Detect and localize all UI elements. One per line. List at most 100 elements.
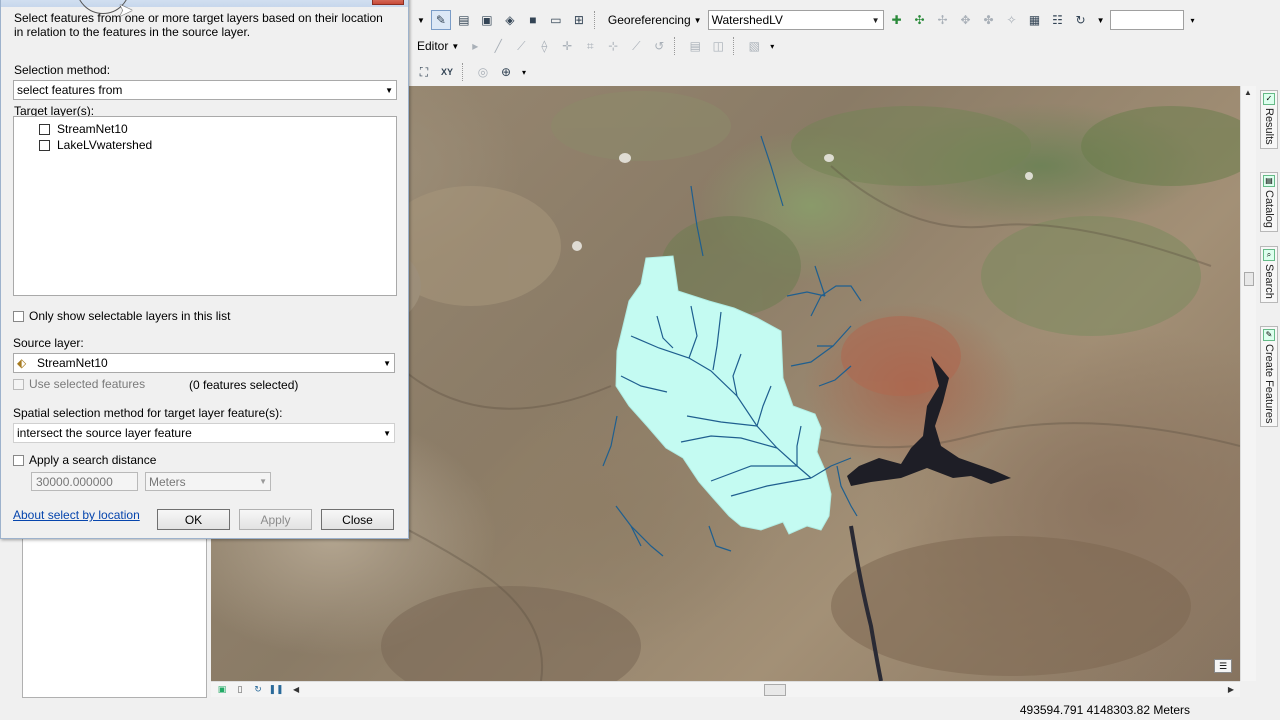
dock-tab-search[interactable]: ⌕ Search: [1260, 246, 1278, 303]
dock-tab-label: Results: [1263, 108, 1275, 145]
table-of-contents[interactable]: [22, 538, 207, 698]
auto-adjust-icon[interactable]: ✤: [979, 10, 999, 30]
dialog-titlebar[interactable]: [1, 0, 408, 7]
only-selectable-checkbox[interactable]: [13, 310, 24, 322]
toolbar-separator: [674, 37, 680, 55]
delete-link-icon[interactable]: ✥: [956, 10, 976, 30]
coordinate-readout: 493594.791 4148303.82 Meters: [1019, 703, 1190, 717]
reshape-icon[interactable]: ⌗: [580, 36, 600, 56]
toolbar-separator: [593, 11, 600, 29]
georeferencing-menu[interactable]: Georeferencing ▼: [605, 13, 705, 27]
distance-units-select[interactable]: Meters ▼: [145, 472, 271, 491]
dock-tab-catalog[interactable]: ▤ Catalog: [1260, 172, 1278, 232]
search-distance-option[interactable]: Apply a search distance: [13, 453, 156, 467]
target-layer-checkbox[interactable]: [39, 139, 50, 151]
use-selected-checkbox[interactable]: [13, 378, 24, 390]
dialog-description: Select features from one or more target …: [14, 11, 383, 39]
toolbar-overflow-icon[interactable]: ▾: [519, 68, 529, 77]
toolbar-overflow-icon[interactable]: ▾: [767, 42, 777, 51]
refresh-icon[interactable]: ↻: [251, 684, 265, 696]
spatial-method-value: intersect the source layer feature: [17, 426, 192, 440]
search-window-icon[interactable]: ◈: [500, 10, 520, 30]
ok-button[interactable]: OK: [157, 509, 230, 530]
tools-toolbar: ⛶ XY ◎ ⊕ ▾: [410, 60, 1280, 84]
close-icon[interactable]: [372, 0, 404, 5]
pan-zoom-icon[interactable]: ⛶: [414, 62, 434, 82]
search-distance-checkbox[interactable]: [13, 454, 24, 466]
identify-icon[interactable]: ◎: [473, 62, 493, 82]
chevron-down-icon: ▼: [383, 358, 391, 368]
arctoolbox-icon[interactable]: ■: [523, 10, 543, 30]
pause-drawing-icon[interactable]: ❚❚: [268, 684, 283, 696]
about-select-by-location-link[interactable]: About select by location: [13, 508, 140, 522]
go-to-xy-icon[interactable]: XY: [437, 62, 457, 82]
link-table-icon[interactable]: ☷: [1048, 10, 1068, 30]
layout-view-icon[interactable]: ▯: [233, 684, 247, 696]
data-view-icon[interactable]: ▣: [215, 684, 229, 696]
split-icon[interactable]: ⟋: [626, 36, 646, 56]
scroll-left-icon[interactable]: ◀: [293, 685, 299, 694]
vertex-icon[interactable]: ⟠: [534, 36, 554, 56]
toolbar-separator: [462, 63, 468, 81]
sketch-properties-icon[interactable]: ◫: [708, 36, 728, 56]
python-window-icon[interactable]: ▭: [546, 10, 566, 30]
map-vertical-scrollbar[interactable]: ▲: [1240, 86, 1256, 681]
cut-polygon-icon[interactable]: ⊹: [603, 36, 623, 56]
toolbar-dropdown-arrow[interactable]: ▼: [414, 16, 428, 25]
use-selected-option[interactable]: Use selected features: [13, 377, 145, 391]
editor-menu[interactable]: Editor ▼: [414, 39, 462, 53]
trace-icon[interactable]: ⟋: [511, 36, 531, 56]
rotate-edit-icon[interactable]: ↺: [649, 36, 669, 56]
search-distance-input[interactable]: 30000.000000: [31, 472, 138, 491]
select-link-icon[interactable]: ✣: [910, 10, 930, 30]
layer-combo-value: WatershedLV: [711, 13, 783, 27]
layout-toggle-icon[interactable]: ☰: [1214, 659, 1232, 673]
scale-input[interactable]: [1110, 10, 1185, 30]
model-builder-icon[interactable]: ⊞: [569, 10, 589, 30]
straight-segment-icon[interactable]: ╱: [488, 36, 508, 56]
line-layer-icon: ⬖: [17, 356, 27, 370]
source-layer-select[interactable]: ⬖ StreamNet10 ▼: [13, 353, 395, 373]
target-layer-checkbox[interactable]: [39, 123, 50, 135]
toolbar-overflow-icon[interactable]: ▾: [1187, 16, 1197, 25]
apply-button[interactable]: Apply: [239, 509, 312, 530]
standard-toolbar: ▼ ✎ ▤ ▣ ◈ ■ ▭ ⊞ Georeferencing ▼ Watershe…: [410, 7, 1280, 33]
table-icon[interactable]: ▤: [454, 10, 474, 30]
more-options-arrow[interactable]: ▼: [1094, 16, 1108, 25]
vertical-scroll-thumb[interactable]: [1244, 272, 1254, 286]
horizontal-scroll-thumb[interactable]: [764, 684, 786, 696]
zoom-to-selected-link-icon[interactable]: ✢: [933, 10, 953, 30]
dock-tab-results[interactable]: ✓ Results: [1260, 90, 1278, 149]
features-selected-count: (0 features selected): [189, 378, 299, 392]
add-control-points-icon[interactable]: ✚: [887, 10, 907, 30]
dock-tab-label: Catalog: [1263, 190, 1275, 228]
chevron-down-icon: ▼: [871, 15, 880, 25]
rotate-icon[interactable]: ✧: [1002, 10, 1022, 30]
scroll-right-icon[interactable]: ▶: [1228, 685, 1234, 694]
layer-combo[interactable]: WatershedLV ▼: [707, 10, 884, 30]
reset-transformation-icon[interactable]: ↻: [1071, 10, 1091, 30]
dock-tab-create-features[interactable]: ✎ Create Features: [1260, 326, 1278, 428]
close-button[interactable]: Close: [321, 509, 394, 530]
selection-method-select[interactable]: select features from ▼: [13, 80, 397, 100]
target-layers-list[interactable]: StreamNet10 LakeLVwatershed: [13, 116, 397, 296]
target-layer-item[interactable]: StreamNet10: [39, 122, 128, 136]
attributes-icon[interactable]: ▤: [685, 36, 705, 56]
scroll-up-icon[interactable]: ▲: [1244, 88, 1252, 97]
viewer-icon[interactable]: ▦: [1025, 10, 1045, 30]
use-selected-label: Use selected features: [29, 377, 146, 391]
spatial-method-select[interactable]: intersect the source layer feature ▼: [13, 423, 395, 443]
edit-annotation-icon[interactable]: ▸: [465, 36, 485, 56]
create-features-icon[interactable]: ▧: [744, 36, 764, 56]
spatial-method-label: Spatial selection method for target laye…: [13, 406, 283, 420]
georeferencing-label: Georeferencing: [607, 13, 691, 27]
target-layer-item[interactable]: LakeLVwatershed: [39, 138, 152, 152]
edit-tool-icon[interactable]: ✎: [430, 10, 451, 30]
dock-tab-label: Create Features: [1263, 344, 1275, 424]
magnifier-icon[interactable]: ⊕: [496, 62, 516, 82]
catalog-window-icon[interactable]: ▣: [477, 10, 497, 30]
map-horizontal-scrollbar[interactable]: ▣ ▯ ↻ ❚❚ ◀ ▶: [211, 681, 1240, 697]
snap-icon[interactable]: ✛: [557, 36, 577, 56]
search-icon: ⌕: [1263, 249, 1275, 261]
only-selectable-option[interactable]: Only show selectable layers in this list: [13, 309, 230, 323]
